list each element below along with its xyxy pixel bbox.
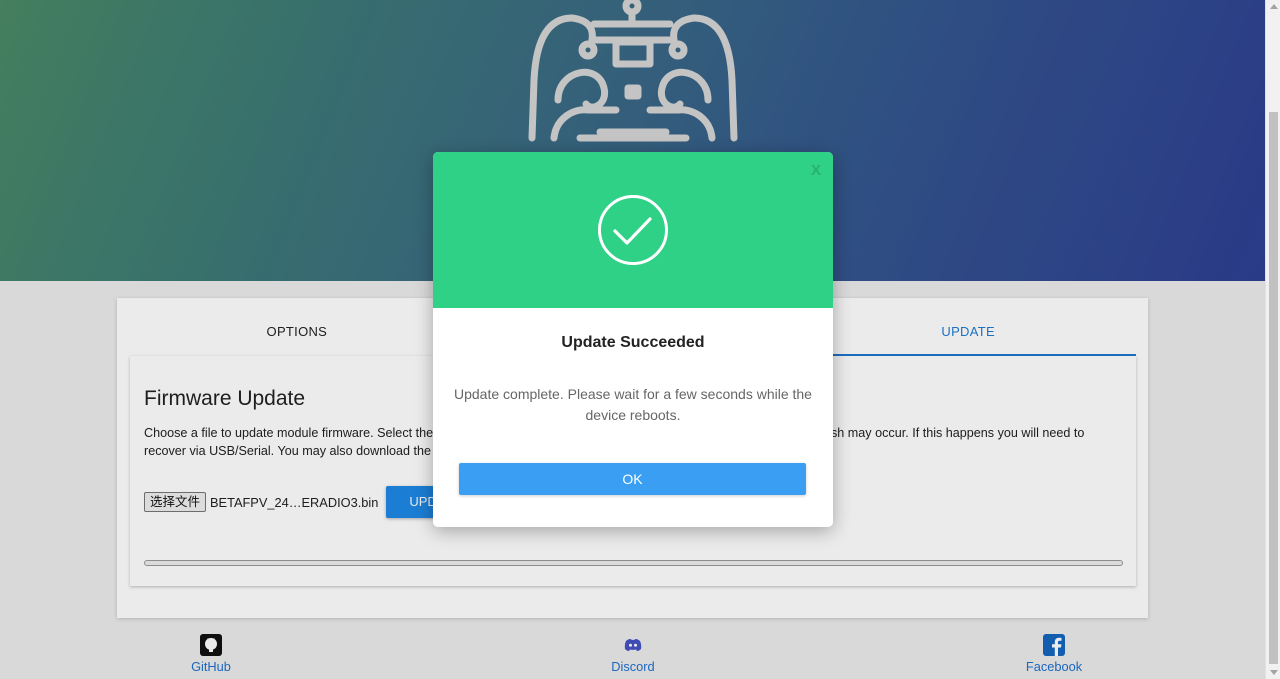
ok-button[interactable]: OK xyxy=(459,463,806,495)
dialog-title: Update Succeeded xyxy=(561,334,705,351)
close-button[interactable]: X xyxy=(811,162,821,179)
vertical-scrollbar[interactable] xyxy=(1265,0,1280,679)
success-dialog: X Update Succeeded Update complete. Plea… xyxy=(433,152,833,527)
dialog-header: X xyxy=(433,152,833,308)
dialog-message: Update complete. Please wait for a few s… xyxy=(454,386,812,423)
check-circle-icon xyxy=(598,195,668,265)
scroll-down-arrow-icon[interactable] xyxy=(1270,670,1278,675)
page: OPTIONS UPDATE Firmware Update Choose a … xyxy=(0,0,1265,679)
scrollbar-thumb[interactable] xyxy=(1269,112,1278,664)
scroll-up-arrow-icon[interactable] xyxy=(1270,4,1278,9)
